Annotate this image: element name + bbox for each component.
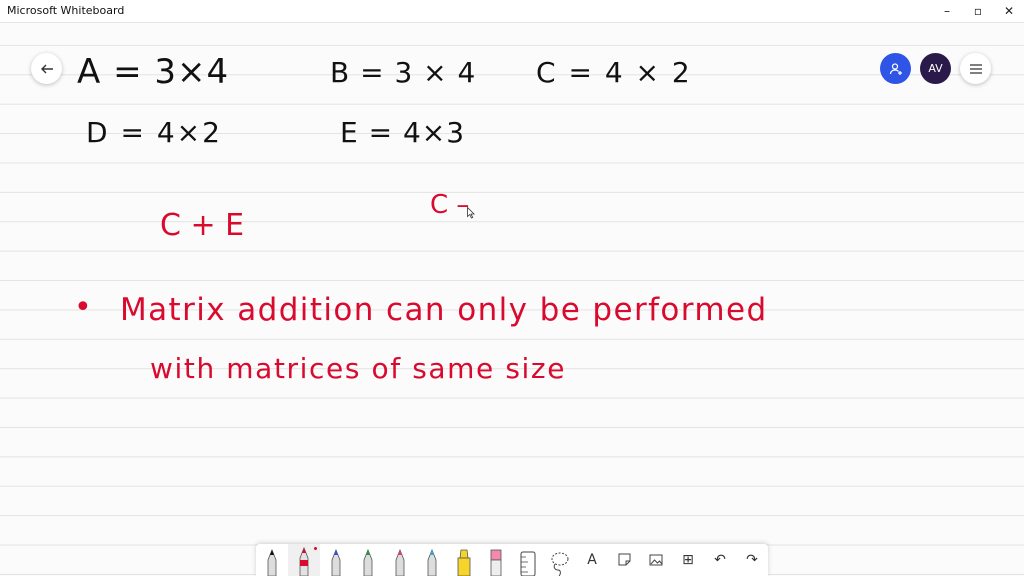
minimize-button[interactable]: – [932, 0, 962, 22]
inking-toolbar: A ⊞ ↶ ↷ [256, 544, 768, 576]
redo-icon: ↷ [746, 552, 758, 568]
eraser-icon [490, 549, 502, 576]
lasso-select-icon [551, 552, 569, 576]
ink-note-line-2: with matrices of same size [150, 352, 567, 385]
undo-button[interactable]: ↶ [704, 544, 736, 576]
back-button[interactable] [31, 53, 62, 84]
red-marker-icon [395, 548, 405, 576]
ink-matrix-a: A = 3×4 [77, 52, 230, 92]
tool-light-blue-pen[interactable] [416, 544, 448, 576]
ruler-icon [520, 551, 536, 576]
ink-expression-c-plus-e: C + E [160, 208, 245, 243]
menu-button[interactable] [960, 53, 991, 84]
ink-matrix-e: E = 4×3 [340, 116, 466, 149]
tool-ruler[interactable] [512, 544, 544, 576]
tool-yellow-highlighter[interactable] [448, 544, 480, 576]
ink-bullet: • [74, 290, 92, 325]
add-icon: ⊞ [682, 552, 694, 568]
maximize-button[interactable]: ▫ [963, 0, 993, 22]
ink-note-line-1: Matrix addition can only be performed [120, 292, 768, 328]
share-button[interactable] [880, 53, 911, 84]
yellow-highlighter-icon [457, 549, 471, 576]
person-add-icon [889, 62, 902, 75]
tool-red-marker[interactable] [384, 544, 416, 576]
tool-blue-pen[interactable] [320, 544, 352, 576]
tool-add[interactable]: ⊞ [672, 544, 704, 576]
avatar[interactable]: AV [920, 53, 951, 84]
tool-black-pen[interactable] [256, 544, 288, 576]
tool-text[interactable]: A [576, 544, 608, 576]
ink-matrix-d: D = 4×2 [86, 116, 222, 149]
selected-dot-icon [314, 547, 317, 550]
text-icon: A [587, 552, 597, 568]
undo-icon: ↶ [714, 552, 726, 568]
tool-lasso[interactable] [544, 544, 576, 576]
ink-matrix-c: C = 4 × 2 [536, 56, 692, 89]
ink-matrix-b: B = 3 × 4 [330, 56, 477, 89]
black-pen-icon [267, 548, 277, 576]
mouse-cursor-icon [467, 207, 475, 219]
tool-red-pen-selected[interactable] [288, 544, 320, 576]
tool-green-pen[interactable] [352, 544, 384, 576]
light-blue-pen-icon [427, 548, 437, 576]
blue-pen-icon [331, 548, 341, 576]
tool-eraser[interactable] [480, 544, 512, 576]
sticky-note-icon [618, 553, 631, 566]
hamburger-menu-icon [969, 63, 982, 74]
red-pen-icon [299, 546, 309, 576]
tool-sticky-note[interactable] [608, 544, 640, 576]
close-button[interactable]: ✕ [994, 0, 1024, 22]
redo-button[interactable]: ↷ [736, 544, 768, 576]
title-bar: Microsoft Whiteboard – ▫ ✕ [0, 0, 1024, 23]
ink-expression-c-minus: C – [430, 190, 470, 220]
tool-image[interactable] [640, 544, 672, 576]
green-pen-icon [363, 548, 373, 576]
app-title: Microsoft Whiteboard [7, 4, 125, 17]
arrow-left-icon [40, 64, 53, 73]
image-icon [649, 554, 663, 566]
